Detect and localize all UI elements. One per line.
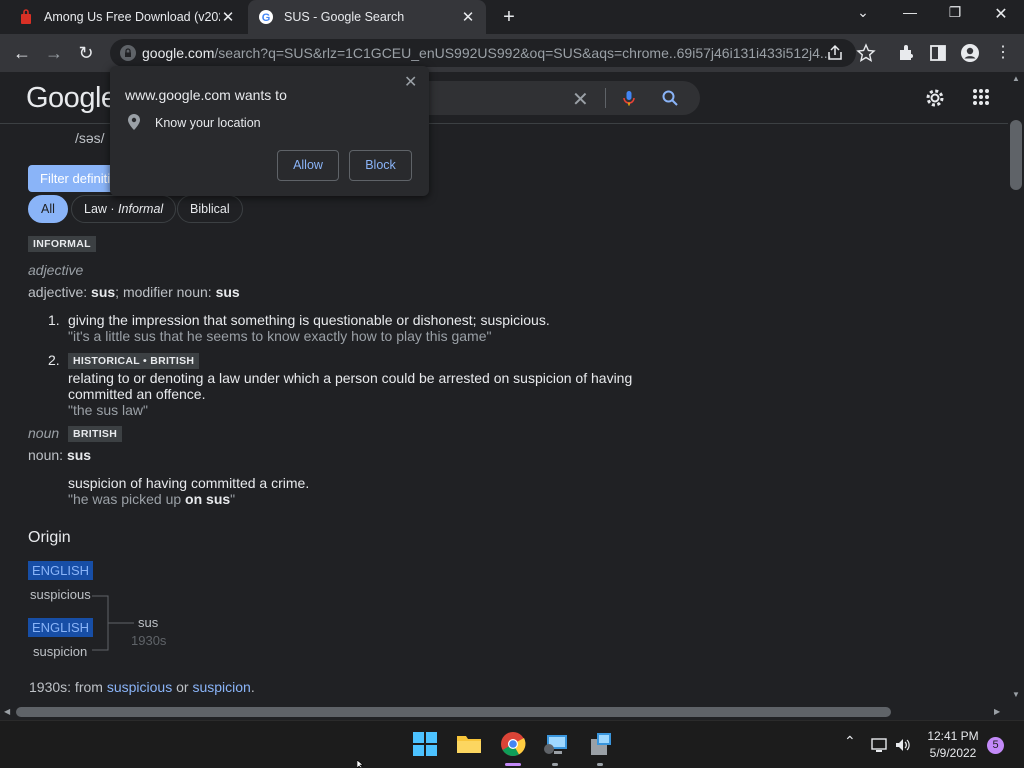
definition-1: giving the impression that something is … [68, 312, 550, 328]
origin-heading: Origin [28, 529, 71, 546]
tab-sus-google-search[interactable]: G SUS - Google Search ✕ [248, 0, 486, 34]
close-icon[interactable]: ✕ [460, 8, 476, 26]
lock-icon[interactable] [120, 45, 136, 61]
network-icon[interactable] [870, 737, 888, 753]
part-of-speech-adjective: adjective [28, 262, 84, 278]
close-icon[interactable]: ✕ [220, 8, 236, 26]
profile-icon[interactable] [960, 43, 980, 63]
search-divider [605, 88, 606, 108]
scroll-down-arrow-icon[interactable]: ▼ [1012, 690, 1020, 699]
restore-button[interactable]: ❐ [940, 4, 970, 21]
volume-icon[interactable] [894, 737, 912, 753]
tab-search-chevron-icon[interactable]: ⌄ [848, 4, 878, 21]
close-window-button[interactable]: ✕ [986, 4, 1016, 24]
remote-desktop-icon[interactable] [543, 731, 569, 757]
example-1: "it's a little sus that he seems to know… [68, 328, 492, 344]
running-app-indicator [597, 763, 603, 766]
origin-word-2: suspicion [33, 644, 88, 659]
definition-number: 2. [48, 352, 60, 368]
notification-badge[interactable]: 5 [987, 737, 1004, 754]
address-bar[interactable]: google.com/search?q=SUS&rlz=1C1GCEU_enUS… [110, 39, 856, 67]
google-icon: G [259, 10, 273, 24]
word-forms-adjective: adjective: sus; modifier noun: sus [28, 284, 240, 300]
permission-text: Know your location [155, 116, 261, 130]
chrome-icon[interactable] [500, 731, 526, 757]
side-panel-icon[interactable] [928, 43, 948, 63]
apps-grid-icon[interactable] [972, 88, 990, 106]
tab-among-us[interactable]: Among Us Free Download (v2022 ✕ [8, 0, 246, 34]
example-2: "the sus law" [68, 402, 148, 418]
show-hidden-icons-chevron-icon[interactable]: ⌃ [844, 733, 856, 750]
back-button[interactable]: ← [11, 42, 33, 64]
filter-definitions-button[interactable]: Filter definiti [28, 165, 118, 192]
dictionary-panel: /səs/ Filter definiti All Law · Informal… [0, 124, 1008, 704]
origin-word-1: suspicious [30, 587, 91, 602]
origin-language-2: ENGLISH [28, 618, 94, 637]
block-button[interactable]: Block [349, 150, 412, 181]
clock-time[interactable]: 12:41 PM [918, 729, 988, 743]
location-pin-icon [128, 114, 140, 130]
windows-taskbar: ⌃ 12:41 PM 5/9/2022 5 [0, 720, 1024, 768]
new-tab-button[interactable]: + [498, 6, 520, 29]
chip-all[interactable]: All [28, 195, 68, 223]
running-app-indicator [552, 763, 558, 766]
google-logo[interactable]: Google [26, 82, 117, 115]
link-suspicion[interactable]: suspicion [192, 679, 250, 695]
search-icon[interactable] [661, 89, 679, 107]
url-text: google.com/search?q=SUS&rlz=1C1GCEU_enUS… [142, 45, 832, 61]
chip-biblical[interactable]: Biblical [177, 195, 243, 223]
search-input[interactable]: ✕ [400, 81, 700, 115]
active-app-indicator [505, 763, 521, 766]
tab-title: Among Us Free Download (v2022 [44, 10, 220, 24]
origin-language-1: ENGLISH [28, 561, 94, 580]
clear-search-icon[interactable]: ✕ [572, 87, 589, 112]
vertical-scroll-thumb[interactable] [1010, 120, 1022, 190]
horizontal-scroll-thumb[interactable] [16, 707, 891, 717]
svg-text:G: G [262, 12, 271, 24]
scroll-up-arrow-icon[interactable]: ▲ [1012, 74, 1020, 83]
informal-label: INFORMAL [28, 236, 96, 252]
forward-button[interactable]: → [43, 42, 65, 64]
tab-strip: Among Us Free Download (v2022 ✕ G SUS - … [0, 0, 1024, 34]
scroll-right-arrow-icon[interactable]: ▶ [994, 707, 1000, 716]
popup-title: www.google.com wants to [125, 87, 287, 103]
definition-3: suspicion of having committed a crime. [68, 475, 310, 491]
part-of-speech-noun: noun [28, 425, 60, 441]
location-permission-popup: www.google.com wants to ✕ Know your loca… [110, 66, 429, 196]
definition-2-line-2: committed an offence. [68, 386, 206, 402]
historical-british-label: HISTORICAL • BRITISH [68, 353, 200, 369]
origin-description: 1930s: from suspicious or suspicion. [29, 679, 255, 695]
download-site-icon [21, 9, 31, 24]
tab-title: SUS - Google Search [284, 10, 405, 24]
definition-2-line-1: relating to or denoting a law under whic… [68, 370, 633, 386]
microphone-icon[interactable] [620, 89, 638, 107]
extensions-icon[interactable] [896, 43, 916, 63]
word-forms-noun: noun: sus [28, 447, 92, 463]
close-icon[interactable]: ✕ [404, 72, 417, 92]
british-label: BRITISH [68, 426, 123, 442]
file-explorer-icon[interactable] [456, 731, 482, 757]
origin-year: 1930s [131, 633, 167, 648]
origin-result-word: sus [138, 615, 159, 630]
gear-icon[interactable] [924, 87, 946, 109]
allow-button[interactable]: Allow [277, 150, 339, 181]
definition-number: 1. [48, 312, 60, 328]
pronunciation: /səs/ [75, 130, 105, 146]
chip-law-informal[interactable]: Law · Informal [71, 195, 177, 223]
bookmark-star-icon[interactable] [856, 43, 876, 63]
example-3: "he was picked up on sus" [68, 491, 236, 507]
chrome-menu-icon[interactable]: ⋮ [992, 42, 1014, 64]
clock-date[interactable]: 5/9/2022 [918, 746, 988, 760]
scroll-left-arrow-icon[interactable]: ◀ [4, 707, 10, 716]
minimize-button[interactable]: — [895, 4, 925, 20]
share-icon[interactable] [825, 43, 845, 63]
installer-icon[interactable] [588, 731, 614, 757]
mouse-cursor-icon [357, 760, 364, 768]
windows-start-icon[interactable] [412, 731, 438, 757]
reload-button[interactable]: ↻ [75, 42, 97, 64]
link-suspicious[interactable]: suspicious [107, 679, 172, 695]
